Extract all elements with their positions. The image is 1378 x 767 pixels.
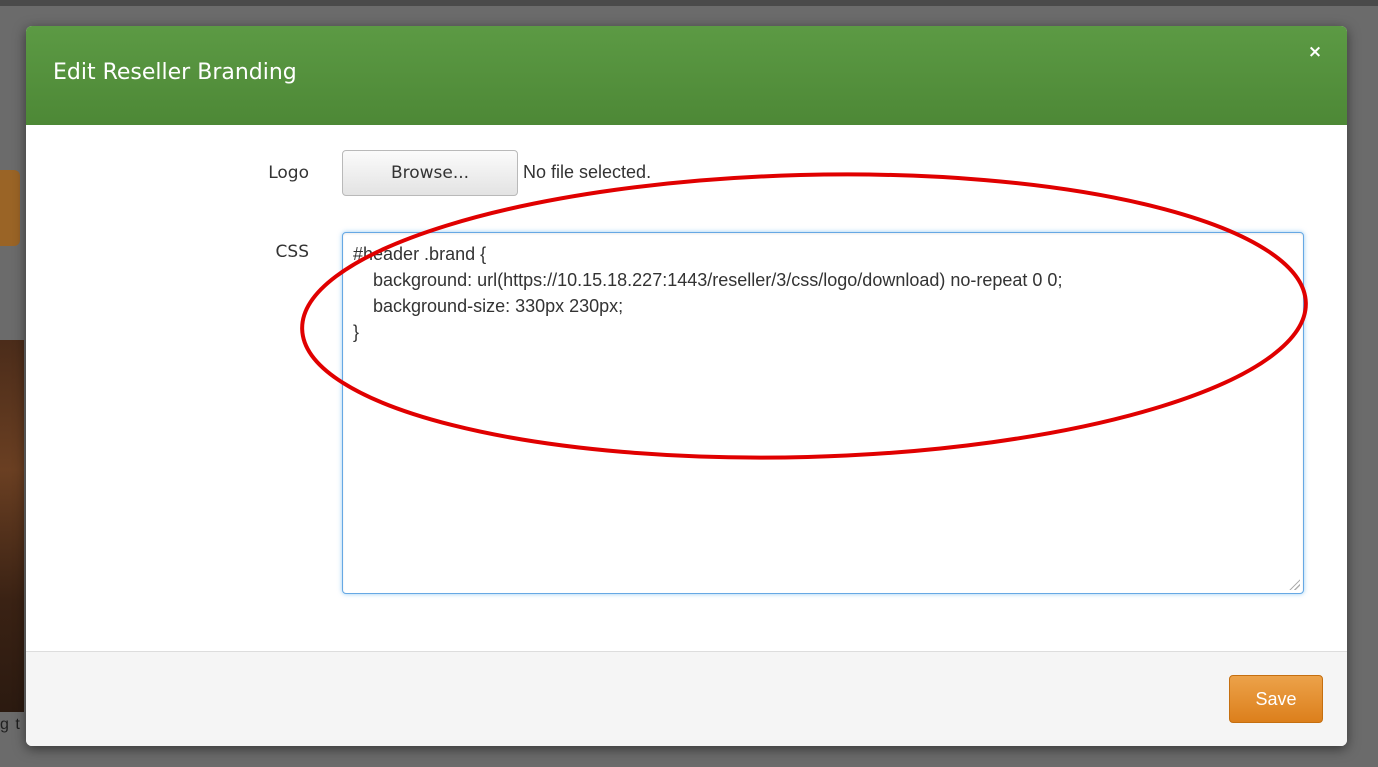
- browse-button[interactable]: Browse...: [342, 150, 518, 196]
- close-icon[interactable]: ×: [1305, 40, 1325, 64]
- background-image: [0, 340, 24, 712]
- background-top-bar: [0, 0, 1378, 6]
- edit-reseller-branding-modal: Edit Reseller Branding × Logo Browse... …: [26, 26, 1347, 746]
- css-label: CSS: [275, 242, 309, 262]
- modal-footer: [26, 651, 1347, 746]
- resize-handle-icon[interactable]: [1288, 578, 1300, 590]
- modal-title: Edit Reseller Branding: [53, 60, 297, 85]
- css-textarea[interactable]: [342, 232, 1304, 594]
- background-caption: g t: [0, 716, 21, 733]
- modal-header: Edit Reseller Branding ×: [26, 26, 1347, 125]
- background-button: [0, 170, 20, 246]
- save-button[interactable]: Save: [1229, 675, 1323, 723]
- file-status-text: No file selected.: [523, 162, 652, 182]
- logo-label: Logo: [268, 163, 309, 183]
